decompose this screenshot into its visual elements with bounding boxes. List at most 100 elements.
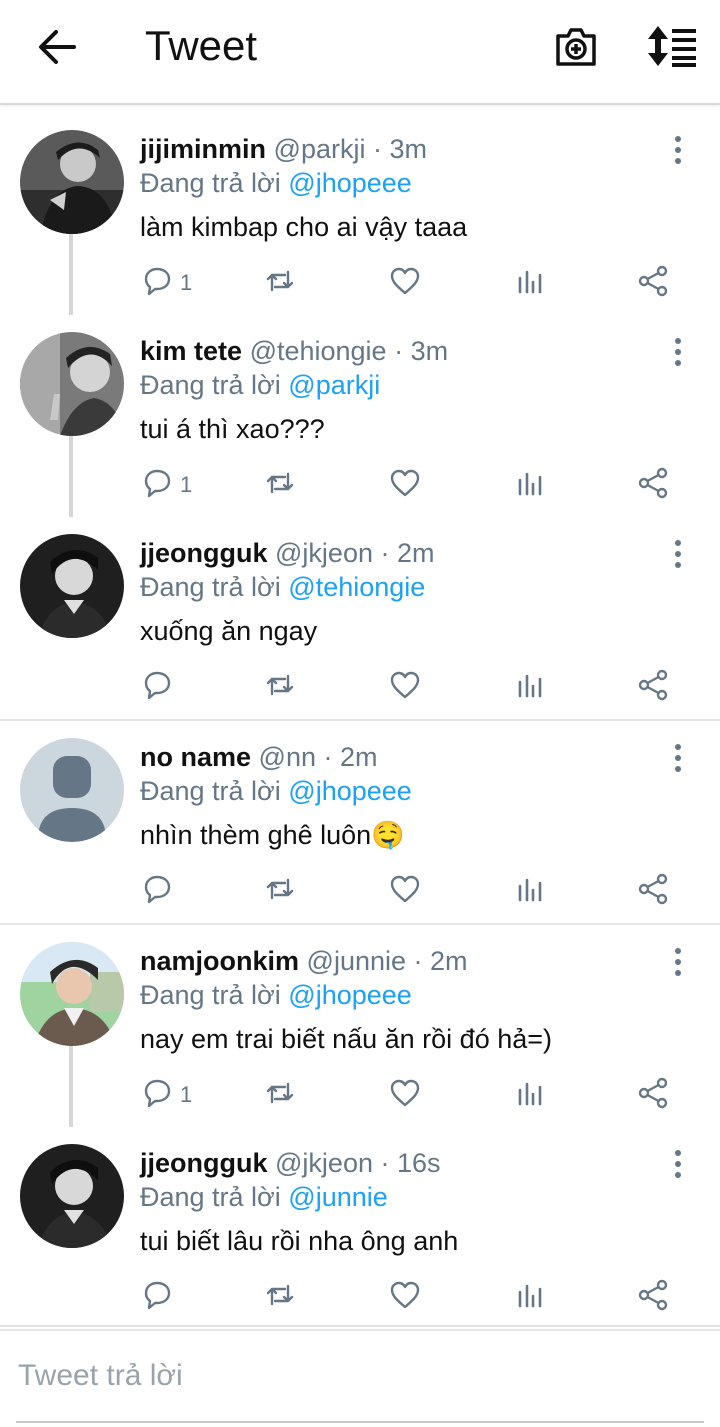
timestamp: · 2m bbox=[380, 538, 435, 568]
retweet-button[interactable] bbox=[263, 263, 297, 303]
stats-icon bbox=[513, 668, 547, 707]
share-button[interactable] bbox=[636, 1277, 670, 1317]
display-name[interactable]: no name bbox=[140, 742, 251, 772]
share-button[interactable] bbox=[636, 263, 670, 303]
more-options-button[interactable] bbox=[664, 947, 692, 977]
reply-button[interactable]: 1 bbox=[140, 263, 192, 303]
retweet-icon bbox=[263, 1278, 297, 1317]
retweet-button[interactable] bbox=[263, 667, 297, 707]
like-button[interactable] bbox=[388, 871, 422, 911]
tweet-header: jijiminmin @parkji · 3m bbox=[140, 133, 427, 165]
display-name[interactable]: kim tete bbox=[140, 336, 242, 366]
replying-to: Đang trả lời @junnie bbox=[140, 1181, 388, 1213]
user-handle: @nn bbox=[258, 742, 316, 772]
tweet-text: nay em trai biết nấu ăn rồi đó hả=) bbox=[140, 1024, 553, 1054]
avatar[interactable] bbox=[20, 130, 124, 234]
retweet-button[interactable] bbox=[263, 465, 297, 505]
heart-icon bbox=[388, 1076, 422, 1115]
mention-link[interactable]: @jhopeee bbox=[288, 776, 412, 806]
replying-to: Đang trả lời @jhopeee bbox=[140, 775, 412, 807]
back-button[interactable] bbox=[36, 26, 78, 68]
mention-link[interactable]: @tehiongie bbox=[288, 572, 425, 602]
avatar[interactable] bbox=[20, 1144, 124, 1248]
more-options-button[interactable] bbox=[664, 135, 692, 165]
stats-button[interactable] bbox=[513, 667, 547, 707]
replying-to-label: Đang trả lời bbox=[140, 572, 281, 602]
reply-icon bbox=[140, 1278, 174, 1317]
mention-link[interactable]: @jhopeee bbox=[288, 980, 412, 1010]
replying-to: Đang trả lời @tehiongie bbox=[140, 571, 425, 603]
page-title: Tweet bbox=[145, 22, 258, 69]
reply-button[interactable] bbox=[140, 871, 180, 911]
tweet-text: làm kimbap cho ai vậy taaa bbox=[140, 212, 468, 242]
more-options-button[interactable] bbox=[664, 1149, 692, 1179]
share-button[interactable] bbox=[636, 667, 670, 707]
share-icon bbox=[636, 668, 670, 707]
like-button[interactable] bbox=[388, 1277, 422, 1317]
stats-button[interactable] bbox=[513, 1075, 547, 1115]
display-name[interactable]: namjoonkim bbox=[140, 946, 299, 976]
tweet-actions: 1 bbox=[0, 263, 720, 303]
tweet-item[interactable]: kim tete @tehiongie · 3m Đang trả lời @pa… bbox=[0, 315, 720, 517]
replying-to-label: Đang trả lời bbox=[140, 1182, 281, 1212]
display-name[interactable]: jjeongguk bbox=[140, 1148, 268, 1178]
display-name[interactable]: jjeongguk bbox=[140, 538, 268, 568]
more-vertical-icon bbox=[664, 1150, 692, 1183]
share-button[interactable] bbox=[636, 1075, 670, 1115]
timestamp: · 2m bbox=[323, 742, 378, 772]
tweet-header: no name @nn · 2m bbox=[140, 741, 378, 773]
more-options-button[interactable] bbox=[664, 337, 692, 367]
tweet-item[interactable]: jjeongguk @jkjeon · 2m Đang trả lời @tehi… bbox=[0, 517, 720, 721]
tweet-item[interactable]: jjeongguk @jkjeon · 16s Đang trả lời @jun… bbox=[0, 1127, 720, 1331]
tweet-header: namjoonkim @junnie · 2m bbox=[140, 945, 468, 977]
add-photo-button[interactable] bbox=[554, 24, 598, 68]
reply-input[interactable] bbox=[16, 1343, 700, 1409]
stats-button[interactable] bbox=[513, 263, 547, 303]
timestamp: · 3m bbox=[372, 134, 427, 164]
avatar[interactable] bbox=[20, 332, 124, 436]
reply-button[interactable] bbox=[140, 667, 180, 707]
share-icon bbox=[636, 1278, 670, 1317]
like-button[interactable] bbox=[388, 667, 422, 707]
reply-button[interactable]: 1 bbox=[140, 465, 192, 505]
stats-button[interactable] bbox=[513, 871, 547, 911]
mention-link[interactable]: @jhopeee bbox=[288, 168, 412, 198]
reply-button[interactable]: 1 bbox=[140, 1075, 192, 1115]
sort-icon bbox=[648, 26, 696, 67]
avatar[interactable] bbox=[20, 738, 124, 842]
share-icon bbox=[636, 466, 670, 505]
replying-to: Đang trả lời @jhopeee bbox=[140, 979, 412, 1011]
display-name[interactable]: jijiminmin bbox=[140, 134, 266, 164]
reply-button[interactable] bbox=[140, 1277, 180, 1317]
retweet-icon bbox=[263, 1076, 297, 1115]
tweet-item[interactable]: jijiminmin @parkji · 3m Đang trả lời @jho… bbox=[0, 113, 720, 315]
avatar[interactable] bbox=[20, 534, 124, 638]
retweet-icon bbox=[263, 264, 297, 303]
like-button[interactable] bbox=[388, 263, 422, 303]
more-options-button[interactable] bbox=[664, 743, 692, 773]
heart-icon bbox=[388, 466, 422, 505]
avatar[interactable] bbox=[20, 942, 124, 1046]
stats-button[interactable] bbox=[513, 1277, 547, 1317]
tweet-item[interactable]: namjoonkim @junnie · 2m Đang trả lời @jho… bbox=[0, 925, 720, 1127]
retweet-button[interactable] bbox=[263, 871, 297, 911]
tweet-actions: 1 bbox=[0, 1075, 720, 1115]
tweet-item[interactable]: no name @nn · 2m Đang trả lời @jhopeee nhì… bbox=[0, 721, 720, 925]
more-vertical-icon bbox=[664, 338, 692, 371]
tweet-actions bbox=[0, 871, 720, 911]
stats-button[interactable] bbox=[513, 465, 547, 505]
share-button[interactable] bbox=[636, 465, 670, 505]
more-options-button[interactable] bbox=[664, 539, 692, 569]
like-button[interactable] bbox=[388, 465, 422, 505]
like-button[interactable] bbox=[388, 1075, 422, 1115]
replying-to: Đang trả lời @parkji bbox=[140, 369, 380, 401]
reply-count: 1 bbox=[180, 1082, 193, 1107]
share-button[interactable] bbox=[636, 871, 670, 911]
stats-icon bbox=[513, 872, 547, 911]
mention-link[interactable]: @junnie bbox=[288, 1182, 387, 1212]
retweet-button[interactable] bbox=[263, 1075, 297, 1115]
more-vertical-icon bbox=[664, 540, 692, 573]
sort-button[interactable] bbox=[646, 24, 698, 68]
retweet-button[interactable] bbox=[263, 1277, 297, 1317]
mention-link[interactable]: @parkji bbox=[288, 370, 380, 400]
